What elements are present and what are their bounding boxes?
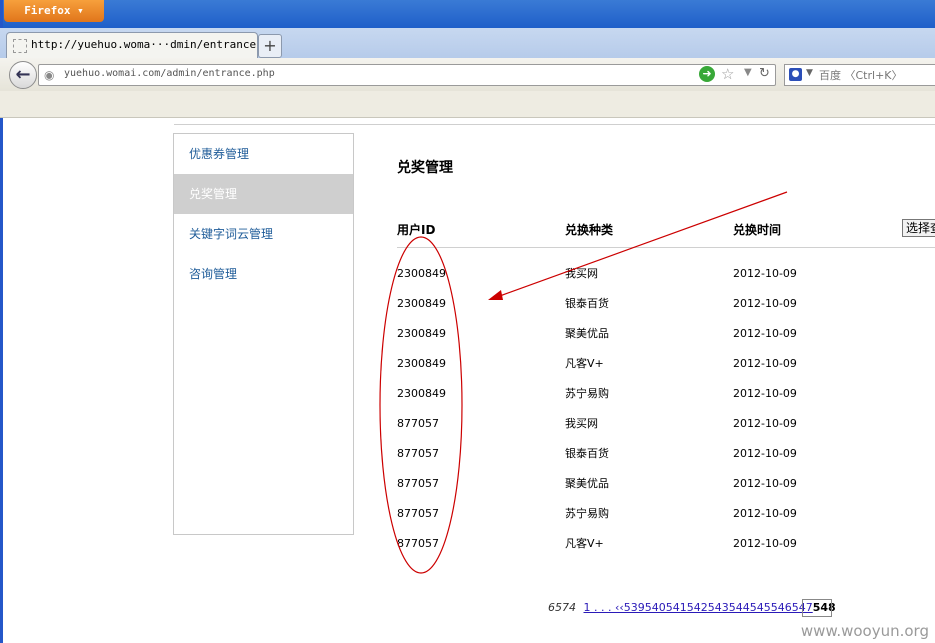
annotation-overlay [379,191,788,574]
annotation-arrow-line [496,191,788,298]
annotation-arrowhead [488,290,503,300]
highlight-ellipse [379,236,463,574]
